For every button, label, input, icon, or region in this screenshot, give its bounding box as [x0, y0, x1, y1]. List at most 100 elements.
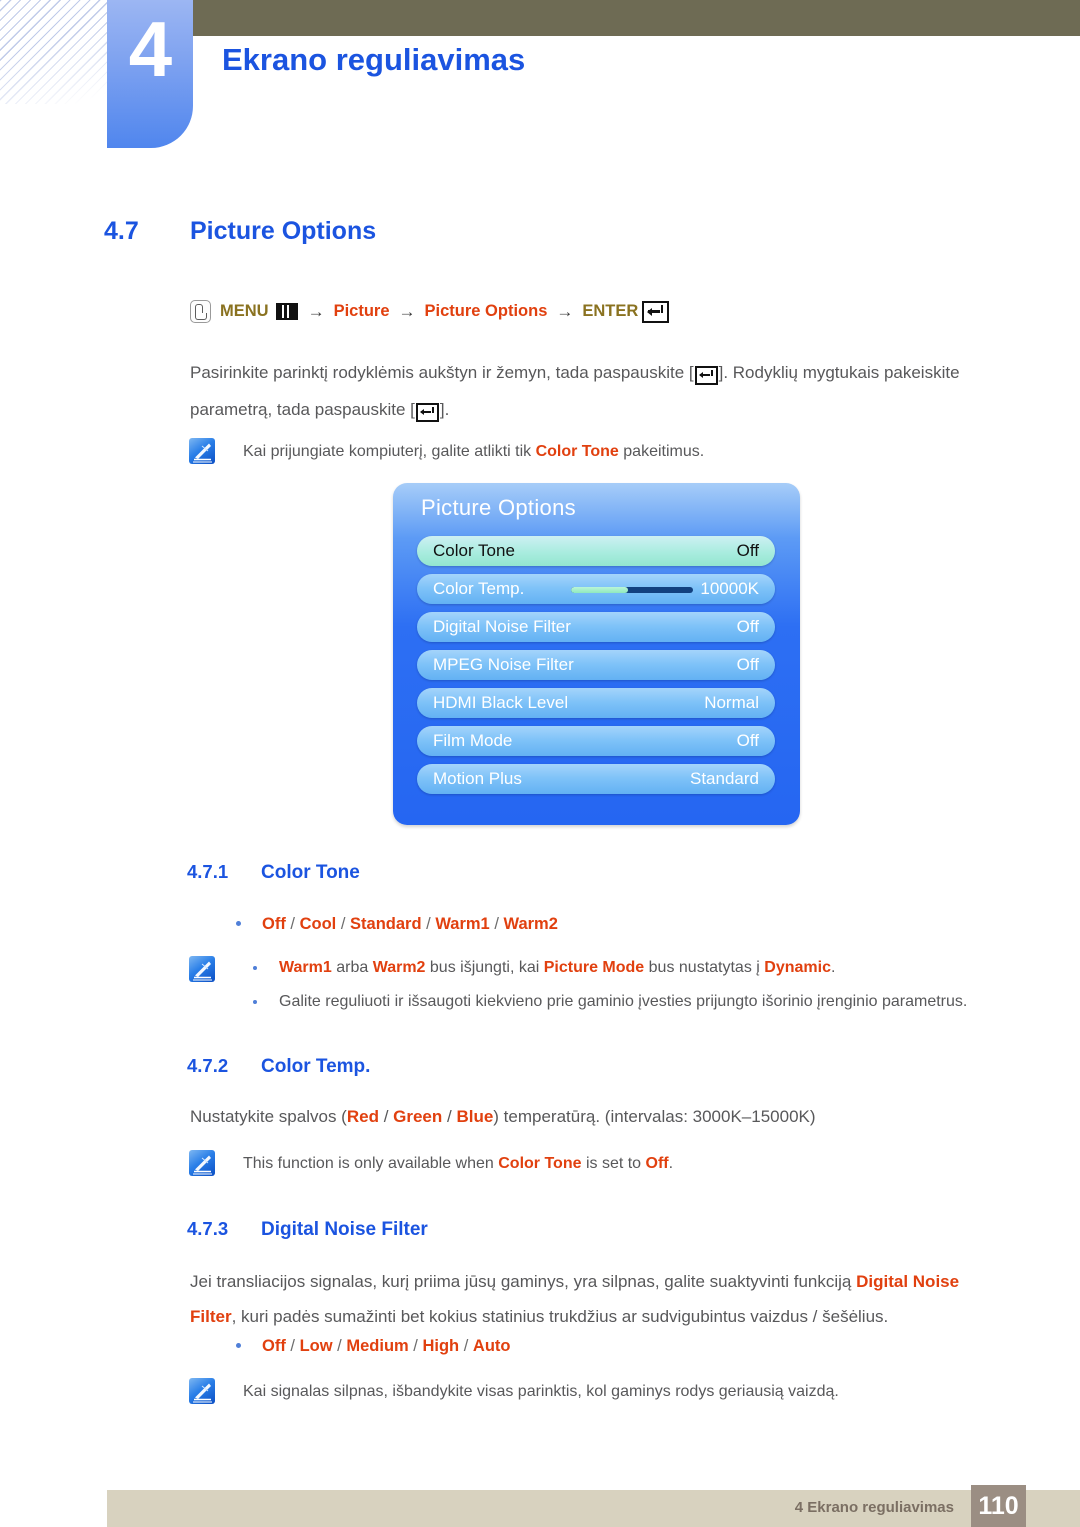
- option-off: Off: [262, 1337, 286, 1355]
- intro-line1-b: ]. Rodyklių mygtukais pakeiskite: [718, 363, 960, 382]
- osd-row-label: Digital Noise Filter: [433, 617, 571, 636]
- option-low: Low: [299, 1337, 333, 1355]
- bullet-dot: [253, 1000, 257, 1004]
- path-arrow-3: →: [556, 301, 574, 321]
- body473-l2-p1: , kuri padės sumažinti bet kokius statin…: [231, 1307, 889, 1326]
- osd-title: Picture Options: [421, 495, 576, 520]
- slider-fill: [571, 587, 629, 593]
- note-pen-icon: [189, 1150, 215, 1176]
- section-number: 4.7: [104, 217, 139, 245]
- osd-row-mpeg-noise-filter[interactable]: MPEG Noise Filter Off: [417, 650, 775, 680]
- note471-warm1: Warm1: [279, 959, 332, 976]
- enter-key-icon-inline-2: [415, 403, 439, 423]
- osd-row-motion-plus[interactable]: Motion Plus Standard: [417, 764, 775, 794]
- note471-item2-text: Galite reguliuoti ir išsaugoti kiekvieno…: [279, 993, 968, 1010]
- note-top-highlight: Color Tone: [535, 443, 619, 460]
- osd-row-label: Color Temp.: [433, 579, 525, 598]
- enter-key-icon-inline-1: [694, 366, 718, 386]
- note471-t4: .: [830, 959, 836, 976]
- menu-label: MENU: [220, 302, 269, 320]
- note-top-text: Kai prijungiate kompiuterį, galite atlik…: [243, 436, 704, 468]
- body-472: Nustatykite spalvos (Red / Green / Blue)…: [190, 1101, 1010, 1133]
- section-heading: 4.7 Picture Options: [104, 217, 376, 246]
- note-top-text-a: Kai prijungiate kompiuterį, galite atlik…: [243, 443, 536, 460]
- footer-chapter-label: 4 Ekrano reguliavimas: [794, 1499, 954, 1516]
- chapter-title: Ekrano reguliavimas: [222, 42, 526, 77]
- body473-l1-p0: Jei transliacijos signalas, kurį priima …: [190, 1272, 857, 1291]
- osd-row-label: Film Mode: [433, 731, 513, 750]
- option-medium: Medium: [346, 1337, 409, 1355]
- note-472-text: This function is only available when Col…: [243, 1148, 983, 1180]
- bullet-dot: [236, 921, 241, 926]
- note-471-item-2: Galite reguliuoti ir išsaugoti kiekvieno…: [253, 986, 1009, 1018]
- osd-row-label: Color Tone: [433, 541, 515, 560]
- subsection-title: Color Tone: [261, 862, 360, 883]
- note-pen-icon: [189, 1378, 215, 1404]
- osd-row-value: Standard: [690, 769, 759, 788]
- enter-label: ENTER: [582, 302, 639, 320]
- path-arrow-1: →: [307, 301, 325, 321]
- intro-line1-a: Pasirinkite parinktį rodyklėmis aukštyn …: [190, 363, 694, 382]
- subsection-title: Color Temp.: [261, 1056, 371, 1077]
- path-item-picture-options: Picture Options: [424, 302, 548, 320]
- osd-row-color-temp[interactable]: Color Temp. 10000K: [417, 574, 775, 604]
- option-warm2: Warm2: [503, 915, 558, 933]
- note-473-text: Kai signalas silpnas, išbandykite visas …: [243, 1383, 839, 1400]
- menu-grid-icon: [275, 303, 298, 320]
- subsection-number: 4.7.1: [187, 861, 229, 882]
- color-temp-slider[interactable]: [571, 587, 693, 593]
- body472-p2: /: [378, 1107, 394, 1126]
- osd-row-label: HDMI Black Level: [433, 693, 569, 712]
- body472-blue: Blue: [456, 1107, 494, 1126]
- note472-p4: .: [668, 1155, 674, 1172]
- option-cool: Cool: [299, 915, 337, 933]
- osd-row-hdmi-black-level[interactable]: HDMI Black Level Normal: [417, 688, 775, 718]
- osd-row-list: Color Tone Off Color Temp. 10000K Digita…: [417, 536, 775, 802]
- subsection-heading-471: 4.7.1 Color Tone: [187, 861, 360, 884]
- note-pen-icon: [189, 438, 215, 464]
- chapter-tab: 4: [107, 0, 193, 148]
- osd-row-value: Off: [736, 541, 759, 560]
- path-arrow-2: →: [398, 301, 416, 321]
- option-warm1: Warm1: [435, 915, 490, 933]
- subsection-heading-472: 4.7.2 Color Temp.: [187, 1055, 370, 1078]
- subsection-heading-473: 4.7.3 Digital Noise Filter: [187, 1218, 428, 1241]
- note471-t2: bus išjungti, kai: [425, 959, 544, 976]
- section-title: Picture Options: [190, 217, 377, 245]
- path-item-picture: Picture: [333, 302, 390, 320]
- body472-red: Red: [346, 1107, 379, 1126]
- osd-row-digital-noise-filter[interactable]: Digital Noise Filter Off: [417, 612, 775, 642]
- body473-filter: Filter: [190, 1307, 232, 1326]
- osd-row-film-mode[interactable]: Film Mode Off: [417, 726, 775, 756]
- osd-row-label: MPEG Noise Filter: [433, 655, 574, 674]
- note-top-text-b: pakeitimus.: [618, 443, 705, 460]
- enter-key-icon: [642, 300, 670, 323]
- options-list-471: Off / Cool / Standard / Warm1 / Warm2: [236, 908, 558, 940]
- chapter-number: 4: [128, 5, 172, 93]
- press-hand-icon: [190, 300, 211, 323]
- note471-warm2: Warm2: [372, 959, 426, 976]
- footer-page-number: 110: [971, 1485, 1026, 1527]
- note471-t3: bus nustatytas į: [644, 959, 765, 976]
- subsection-number: 4.7.3: [187, 1218, 229, 1239]
- body472-green: Green: [393, 1107, 443, 1126]
- osd-row-value: Off: [736, 617, 759, 636]
- note472-p2: is set to: [581, 1155, 646, 1172]
- body472-p6: ) temperatūrą. (intervalas: 3000K–15000K…: [493, 1107, 816, 1126]
- note472-p0: This function is only available when: [243, 1155, 499, 1172]
- body472-p4: /: [442, 1107, 457, 1126]
- options-list-473: Off / Low / Medium / High / Auto: [236, 1330, 511, 1362]
- osd-row-value: Off: [736, 731, 759, 750]
- corner-hatch-decoration: [0, 0, 110, 104]
- note471-picture-mode: Picture Mode: [543, 959, 645, 976]
- body-473: Jei transliacijos signalas, kurį priima …: [190, 1264, 1020, 1334]
- intro-paragraph: Pasirinkite parinktį rodyklėmis aukštyn …: [190, 354, 1010, 428]
- osd-row-color-tone[interactable]: Color Tone Off: [417, 536, 775, 566]
- note-471-item-1: Warm1 arba Warm2 bus išjungti, kai Pictu…: [253, 952, 999, 984]
- osd-row-value: Normal: [704, 693, 759, 712]
- option-auto: Auto: [472, 1337, 511, 1355]
- osd-row-label: Motion Plus: [433, 769, 522, 788]
- subsection-title: Digital Noise Filter: [261, 1219, 428, 1240]
- intro-line2-a: parametrą, tada paspauskite [: [190, 400, 415, 419]
- note-pen-icon: [189, 956, 215, 982]
